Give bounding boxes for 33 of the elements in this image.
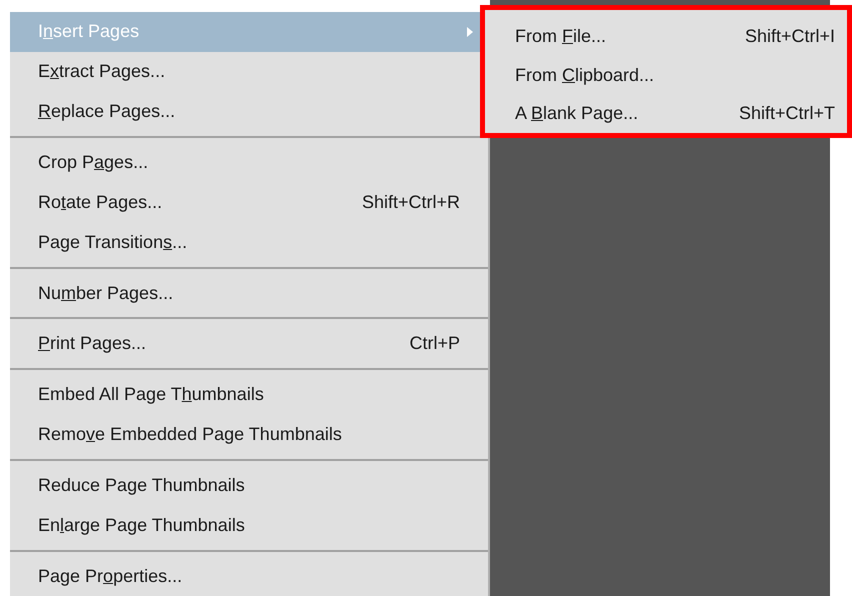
menu-item-label: A Blank Page... (515, 102, 638, 126)
menu-item[interactable]: Enlarge Page Thumbnails (10, 505, 488, 546)
shortcut-label: Shift+Ctrl+R (362, 190, 460, 214)
menu-item[interactable]: Page Properties... (10, 556, 488, 596)
submenu-item[interactable]: A Blank Page... Shift+Ctrl+T (485, 94, 847, 134)
menu-item-label: Page Properties... (38, 564, 182, 588)
menu-item-label: Crop Pages... (38, 150, 148, 174)
menu-item[interactable]: Reduce Page Thumbnails (10, 465, 488, 506)
menu-item-label: Enlarge Page Thumbnails (38, 514, 245, 537)
menu-item[interactable]: Rotate Pages... Shift+Ctrl+R (10, 182, 488, 222)
menu-item[interactable]: Number Pages... (10, 273, 488, 313)
menu-item[interactable]: Remove Embedded Page Thumbnails (10, 414, 488, 454)
menu-item-label: Remove Embedded Page Thumbnails (38, 423, 342, 446)
menu-item-label: Number Pages... (38, 282, 174, 305)
menu-item[interactable]: Print Pages... Ctrl+P (10, 324, 488, 364)
menu-item-label: Rotate Pages... (38, 190, 162, 214)
menu-item[interactable]: Embed All Page Thumbnails (10, 374, 488, 415)
submenu-item[interactable]: From Clipboard... (485, 56, 847, 94)
menu-item-label: Reduce Page Thumbnails (38, 474, 245, 497)
menu-item-label: Replace Pages... (38, 100, 176, 124)
menu-item-label: From Clipboard... (515, 64, 654, 87)
shortcut-label: Ctrl+P (409, 332, 460, 356)
menu-item-label: Page Transitions... (38, 230, 188, 254)
menu-item-label: Print Pages... (38, 332, 146, 356)
shortcut-label: Shift+Ctrl+I (744, 24, 835, 48)
shortcut-label: Shift+Ctrl+T (738, 102, 835, 126)
menu-item-label: Embed All Page Thumbnails (38, 383, 264, 406)
menu-item[interactable]: Crop Pages... (10, 142, 488, 182)
menu-item-label: Insert Pages (38, 20, 140, 44)
menu-item[interactable]: Page Transitions... (10, 222, 488, 262)
menu-item-label: Extract Pages... (38, 60, 166, 84)
submenu-item[interactable]: From File... Shift+Ctrl+I (485, 17, 847, 56)
menu-item-label: From File... (515, 24, 606, 48)
